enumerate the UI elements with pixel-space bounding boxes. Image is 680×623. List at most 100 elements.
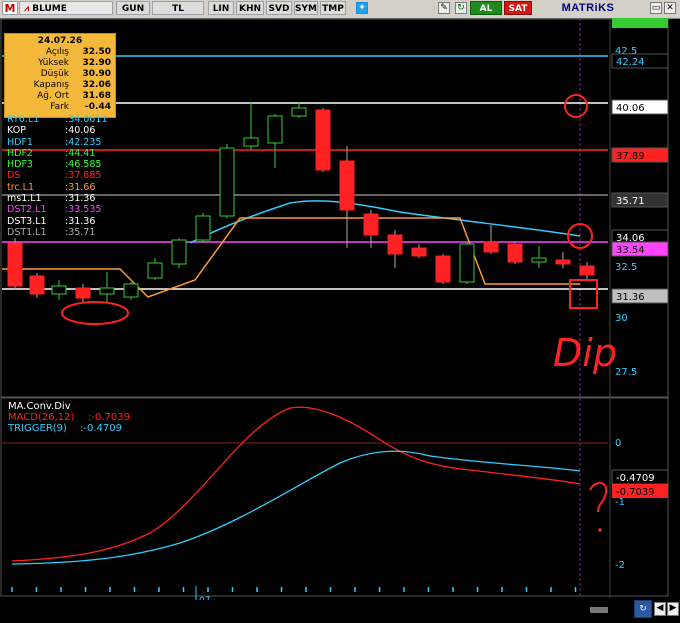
candle-body bbox=[411, 247, 427, 257]
indicator-row: HDF3 :46.585 bbox=[7, 159, 108, 170]
candle-body bbox=[51, 285, 67, 295]
info-row-label: Açılış bbox=[45, 47, 69, 57]
indicator-row: RY6.L1:34.0611 bbox=[7, 114, 108, 125]
x-axis-ticks bbox=[11, 587, 577, 592]
indicator-row: DST1.L1 :35.71 bbox=[7, 227, 108, 238]
indicator-value: :35.71 bbox=[65, 226, 96, 238]
macd-panel-title: MA.Conv.Div bbox=[8, 401, 71, 412]
macd-tick-neg1: -1 bbox=[615, 497, 625, 508]
info-row: Düşük 30.90 bbox=[9, 69, 111, 80]
annotation-question-mark bbox=[589, 481, 608, 513]
indicator-name: DST3.L1 bbox=[7, 215, 47, 227]
candle-body bbox=[435, 255, 451, 283]
macd-label: MACD(26,12) bbox=[8, 412, 75, 423]
scroll-left-icon[interactable]: ◀ bbox=[654, 602, 666, 616]
matriks-brand: MATRiKS bbox=[561, 2, 615, 14]
candle-body bbox=[339, 160, 355, 211]
indicator-value: :46.585 bbox=[65, 159, 102, 171]
indicator-value: :40.06 bbox=[65, 125, 96, 137]
indicator-row: ms1.L1 :31.36 bbox=[7, 193, 108, 204]
chart-type-label: BLUME bbox=[32, 4, 67, 14]
candle-body bbox=[315, 109, 331, 171]
candle-body bbox=[459, 243, 475, 283]
indicator-legend: RY6.L1:34.0611 KOP:40.06 HDF1:42.235 HDF2:4… bbox=[7, 114, 108, 238]
info-row-label: Fark bbox=[50, 102, 69, 112]
candle-body bbox=[507, 243, 523, 263]
candle-body bbox=[291, 107, 307, 117]
scrollbar-track[interactable] bbox=[590, 607, 608, 613]
close-icon[interactable]: ✕ bbox=[664, 2, 676, 14]
macd-value: :-0.7039 bbox=[88, 412, 130, 423]
info-row-label: Düşük bbox=[40, 69, 69, 79]
ry6-curve bbox=[189, 200, 581, 244]
refresh-icon[interactable]: ↻ bbox=[455, 2, 467, 14]
khn-button[interactable]: KHN bbox=[236, 1, 264, 15]
twitter-icon[interactable]: ✦ bbox=[356, 2, 368, 14]
candle-body bbox=[579, 265, 595, 276]
info-row-label: Ağ. Ort bbox=[37, 91, 69, 101]
trigger-label: TRIGGER(9) bbox=[7, 423, 67, 434]
sym-button[interactable]: SYM bbox=[294, 1, 318, 15]
candle-body bbox=[123, 283, 139, 298]
al-button[interactable]: AL bbox=[470, 1, 502, 15]
refresh-chart-icon[interactable]: ↻ bbox=[634, 600, 652, 618]
top-green-badge bbox=[612, 18, 668, 28]
indicator-row: trc.L1:31.66 bbox=[7, 182, 108, 193]
annotation-dip-text: Dip bbox=[553, 331, 617, 375]
candle-body bbox=[387, 234, 403, 255]
indicator-value: :37.885 bbox=[65, 170, 102, 182]
indicator-row: HDF2 :44.41 bbox=[7, 148, 108, 159]
indicator-row: HDF1:42.235 bbox=[7, 137, 108, 148]
lin-button[interactable]: LIN bbox=[208, 1, 234, 15]
pencil-icon[interactable]: ✎ bbox=[438, 2, 450, 14]
trigger-line bbox=[11, 450, 581, 565]
price-badge: 33.54 bbox=[616, 245, 645, 256]
price-tick-27-5: 27.5 bbox=[615, 367, 637, 378]
chart-type-button[interactable]: ⩘ BLUME bbox=[19, 1, 113, 15]
candle-body bbox=[531, 257, 547, 263]
info-date: 24.07.26 bbox=[37, 36, 83, 46]
trigger-value: :-0.4709 bbox=[80, 423, 122, 434]
annotation-circle-kop bbox=[564, 94, 588, 118]
candle-body bbox=[267, 115, 283, 144]
info-row-value: 32.50 bbox=[82, 47, 111, 57]
status-bar: ↻ ◀ ▶ bbox=[0, 600, 680, 623]
info-row: Yüksek 32.90 bbox=[9, 58, 111, 69]
sat-button[interactable]: SAT bbox=[504, 1, 532, 15]
info-row-label: Kapanış bbox=[33, 80, 69, 90]
info-row-value: -0.44 bbox=[85, 102, 111, 112]
candle-body bbox=[75, 287, 91, 299]
price-badge: 37.89 bbox=[616, 151, 645, 162]
svd-button[interactable]: SVD bbox=[266, 1, 292, 15]
indicator-name: HDF3 bbox=[7, 159, 33, 171]
indicator-row: DS:37.885 bbox=[7, 170, 108, 181]
scroll-right-icon[interactable]: ▶ bbox=[667, 602, 679, 616]
info-row-value: 32.06 bbox=[82, 80, 111, 90]
window-icon[interactable]: ▭ bbox=[650, 2, 662, 14]
indicator-row: DST2.L1:33.535 bbox=[7, 204, 108, 215]
indicator-value: :44.41 bbox=[65, 147, 96, 159]
info-row-value: 32.90 bbox=[82, 58, 111, 68]
candle-body bbox=[147, 262, 163, 279]
macd-tick-0: 0 bbox=[615, 438, 621, 449]
m-button[interactable]: M bbox=[2, 1, 18, 15]
price-tick-32-5: 32.5 bbox=[615, 262, 637, 273]
indicator-row: DST3.L1 :31.36 bbox=[7, 216, 108, 227]
annotation-circle-bottom bbox=[61, 301, 129, 325]
macd-badge: -0.7039 bbox=[616, 487, 655, 498]
indicator-name: DST1.L1 bbox=[7, 226, 47, 238]
candle-body bbox=[363, 213, 379, 236]
indicator-value: :31.36 bbox=[65, 215, 96, 227]
info-row-value: 31.68 bbox=[82, 91, 111, 101]
tmp-button[interactable]: TMP bbox=[320, 1, 346, 15]
indicator-name: RY6.L1 bbox=[7, 114, 40, 125]
tl-button[interactable]: TL bbox=[152, 1, 204, 15]
indicator-name: ms1.L1 bbox=[7, 193, 42, 205]
info-row-value: 30.90 bbox=[82, 69, 111, 79]
indicator-name: trc.L1 bbox=[7, 181, 35, 193]
ohlc-info-box: 24.07.26 Açılış 32.50 Yüksek 32.90 Düşük 30.9… bbox=[4, 33, 116, 118]
indicator-value: :31.36 bbox=[65, 193, 96, 205]
price-badge: 42.24 bbox=[616, 57, 645, 68]
indicator-name: HDF2 bbox=[7, 147, 33, 159]
gun-button[interactable]: GUN bbox=[116, 1, 150, 15]
